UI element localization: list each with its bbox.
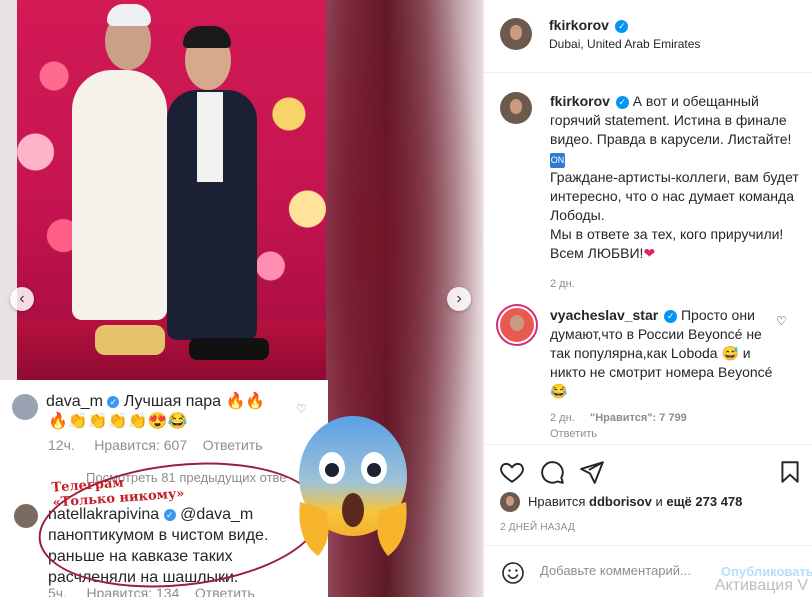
person-black-suit-shirt <box>197 92 223 182</box>
comment-username[interactable]: vyacheslav_star <box>550 307 658 323</box>
verified-badge-icon: ✓ <box>615 96 629 109</box>
comment-like-icon[interactable]: ♡ <box>776 314 787 328</box>
caption-tv-row: ON <box>550 149 802 168</box>
embedded-comment-1: dava_m ✓ Лучшая пара 🔥🔥 <box>46 392 265 412</box>
liker-avatar[interactable] <box>500 492 520 512</box>
embedded-comment-1-reply: Ответить <box>202 437 263 453</box>
comment-time: 2 дн. <box>550 412 575 424</box>
caption-author[interactable]: fkirkorov <box>550 93 610 109</box>
post-media: ‹ › dava_m ✓ Лучшая пара 🔥🔥 🔥👏👏👏👏😍😂 ♡ 12… <box>0 0 483 597</box>
verified-icon: ✓ <box>107 396 120 408</box>
embedded-comment-1-meta: 12ч. Нравится: 607 Ответить <box>48 437 263 453</box>
embedded-comment-1-time: 12ч. <box>48 437 75 453</box>
likes-user[interactable]: ddborisov <box>589 494 652 509</box>
embedded-comment-1-text2: 🔥👏👏👏👏😍😂 <box>48 413 188 430</box>
likes-prefix: Нравится <box>528 494 586 509</box>
post-side-panel: fkirkorov ✓ Dubai, United Arab Emirates … <box>483 0 812 597</box>
verified-badge-icon: ✓ <box>664 310 678 323</box>
carousel-next-button[interactable]: › <box>447 287 471 311</box>
author-avatar[interactable] <box>500 18 532 50</box>
bookmark-icon[interactable] <box>777 459 803 485</box>
author-row: fkirkorov ✓ <box>549 17 629 35</box>
post-actions: Нравится ddborisov и ещё 273 478 2 ДНЕЙ … <box>484 444 812 598</box>
caption-text-2: Граждане-артисты-коллеги, вам будет инте… <box>550 169 799 223</box>
dava-m-avatar <box>12 394 38 420</box>
post-date: 2 ДНЕЙ НАЗАД <box>500 522 575 533</box>
share-icon[interactable] <box>579 459 605 485</box>
post-location[interactable]: Dubai, United Arab Emirates <box>549 37 700 51</box>
on-arrow-icon: ON <box>550 153 565 168</box>
author-username[interactable]: fkirkorov <box>549 17 609 33</box>
verified-badge-icon: ✓ <box>615 20 629 33</box>
embedded-comment-2-time: 5ч. <box>48 585 67 597</box>
comment-icon[interactable] <box>539 459 565 485</box>
comment-meta: 2 дн. "Нравится": 7 799 <box>550 412 687 424</box>
caption-line-1: fkirkorov ✓ А вот и обещанный горячий st… <box>550 92 802 149</box>
commenter-avatar[interactable] <box>498 306 536 344</box>
screaming-face-emoji <box>299 416 407 556</box>
embedded-comment-1-likes: Нравится: 607 <box>94 437 188 453</box>
post-caption: fkirkorov ✓ А вот и обещанный горячий st… <box>550 92 802 294</box>
heart-icon[interactable] <box>499 459 525 485</box>
comment-vyacheslav: vyacheslav_star ✓ Просто они думают,что … <box>550 306 778 401</box>
carousel-photo[interactable] <box>17 0 326 380</box>
carousel-prev-button[interactable]: ‹ <box>10 287 34 311</box>
embedded-comment-1-user: dava_m <box>46 393 103 410</box>
likes-and: и <box>655 494 663 509</box>
natellakrapivina-avatar <box>14 504 38 528</box>
caption-text-3: Мы в ответе за тех, кого приручили! Всем… <box>550 226 784 261</box>
person-black-suit-hair <box>183 26 231 48</box>
person-white-suit <box>72 70 167 320</box>
likes-count[interactable]: ещё 273 478 <box>666 494 742 509</box>
person-black-suit-shoes <box>189 338 269 360</box>
post-header: fkirkorov ✓ Dubai, United Arab Emirates <box>484 0 812 73</box>
emoji-icon[interactable] <box>501 561 525 585</box>
person-white-suit-shoes <box>95 325 165 355</box>
person-white-suit-hair <box>107 4 151 26</box>
windows-activation-watermark: Активация V <box>714 577 808 594</box>
red-heart-icon: ❤ <box>643 245 656 261</box>
embedded-comment-2-reply: Ответить <box>194 585 255 597</box>
likes-summary: Нравится ddborisov и ещё 273 478 <box>528 494 742 509</box>
caption-author-avatar[interactable] <box>500 92 532 124</box>
add-comment-input[interactable] <box>538 562 712 579</box>
caption-time: 2 дн. <box>550 278 575 290</box>
caption-line-3: Мы в ответе за тех, кого приручили! Всем… <box>550 225 802 263</box>
embedded-comment-1-text: Лучшая пара 🔥🔥 <box>123 393 266 410</box>
comment-reply-button[interactable]: Ответить <box>550 428 597 440</box>
comment-likes[interactable]: "Нравится": 7 799 <box>590 412 687 424</box>
